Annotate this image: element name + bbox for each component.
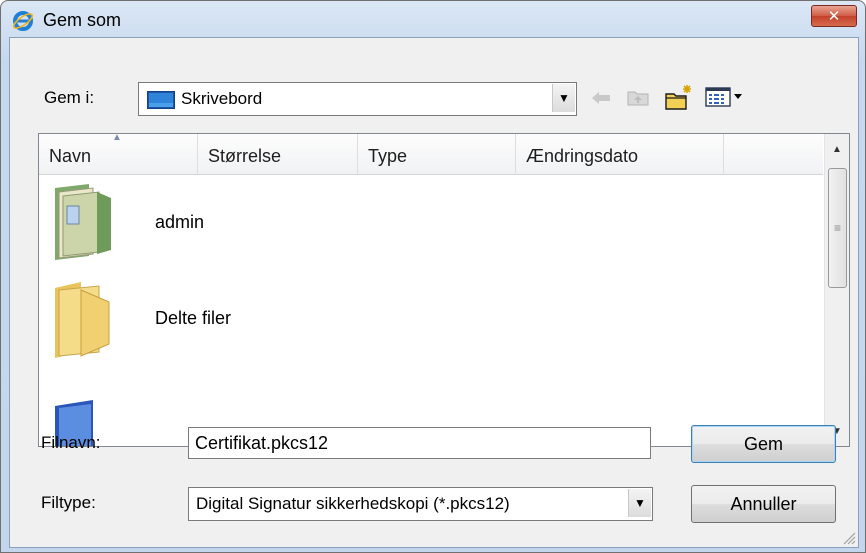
location-label: Gem i: xyxy=(44,88,95,107)
column-name-label: Navn xyxy=(49,146,92,166)
user-folder-icon xyxy=(55,184,111,260)
vertical-scrollbar[interactable]: ▲ ≡ ▼ xyxy=(824,134,849,446)
location-dropdown-arrow[interactable]: ▼ xyxy=(552,84,575,112)
list-item[interactable]: admin xyxy=(39,174,823,270)
column-header-type[interactable]: Type xyxy=(358,134,516,174)
list-header: Navn ▲ Størrelse Type Ændringsdato xyxy=(39,134,823,175)
window-title: Gem som xyxy=(43,10,122,30)
column-type-label: Type xyxy=(368,146,408,166)
scroll-thumb[interactable]: ≡ xyxy=(828,168,847,288)
close-icon: ✕ xyxy=(827,7,841,25)
filetype-label: Filtype: xyxy=(41,493,96,512)
back-button[interactable] xyxy=(588,86,614,110)
title-bar[interactable]: Gem som ✕ xyxy=(1,1,865,37)
back-arrow-icon xyxy=(592,92,610,104)
cancel-button[interactable]: Annuller xyxy=(691,485,836,523)
column-header-modified[interactable]: Ændringsdato xyxy=(516,134,724,174)
location-value: Skrivebord xyxy=(181,89,263,108)
resize-grip-icon[interactable] xyxy=(840,529,856,545)
list-item-name: Delte filer xyxy=(155,308,232,328)
sort-ascending-icon: ▲ xyxy=(112,133,122,143)
column-header-size[interactable]: Størrelse xyxy=(198,134,358,174)
new-folder-icon xyxy=(665,85,691,110)
new-folder-button[interactable] xyxy=(662,82,696,112)
up-folder-icon xyxy=(627,91,649,106)
filetype-dropdown[interactable]: Digital Signatur sikkerhedskopi (*.pkcs1… xyxy=(188,487,653,521)
dialog-client-area: Gem i: Skrivebord ▼ Navn ▲ Størrelse Typ… xyxy=(9,37,859,548)
save-as-dialog: Gem som ✕ Gem i: Skrivebord ▼ Navn ▲ Stø… xyxy=(0,0,866,553)
filename-input[interactable] xyxy=(188,427,651,459)
file-list[interactable]: Navn ▲ Størrelse Type Ændringsdato admin xyxy=(38,133,850,447)
chevron-down-icon: ▼ xyxy=(558,91,570,105)
folder-icon xyxy=(55,282,110,358)
desktop-icon xyxy=(147,91,175,109)
scroll-up-button[interactable]: ▲ xyxy=(825,138,849,160)
save-button[interactable]: Gem xyxy=(691,425,836,463)
filetype-value: Digital Signatur sikkerhedskopi (*.pkcs1… xyxy=(196,494,510,513)
list-item-name: admin xyxy=(155,212,205,232)
filetype-dropdown-arrow[interactable]: ▼ xyxy=(628,489,651,517)
internet-explorer-icon xyxy=(12,11,34,31)
view-menu-icon xyxy=(705,87,742,107)
column-modified-label: Ændringsdato xyxy=(526,146,639,166)
filename-label: Filnavn: xyxy=(41,433,101,452)
view-menu-button[interactable] xyxy=(704,84,750,110)
grip-lines-icon: ≡ xyxy=(833,221,841,235)
column-header-name[interactable]: Navn ▲ xyxy=(39,134,198,174)
close-button[interactable]: ✕ xyxy=(811,5,857,27)
location-dropdown[interactable]: Skrivebord ▼ xyxy=(138,82,577,116)
list-item[interactable]: Delte filer xyxy=(39,270,823,366)
chevron-up-icon: ▲ xyxy=(832,143,842,155)
up-one-level-button[interactable] xyxy=(624,84,652,110)
column-size-label: Størrelse xyxy=(208,146,282,166)
chevron-down-icon: ▼ xyxy=(634,496,646,510)
